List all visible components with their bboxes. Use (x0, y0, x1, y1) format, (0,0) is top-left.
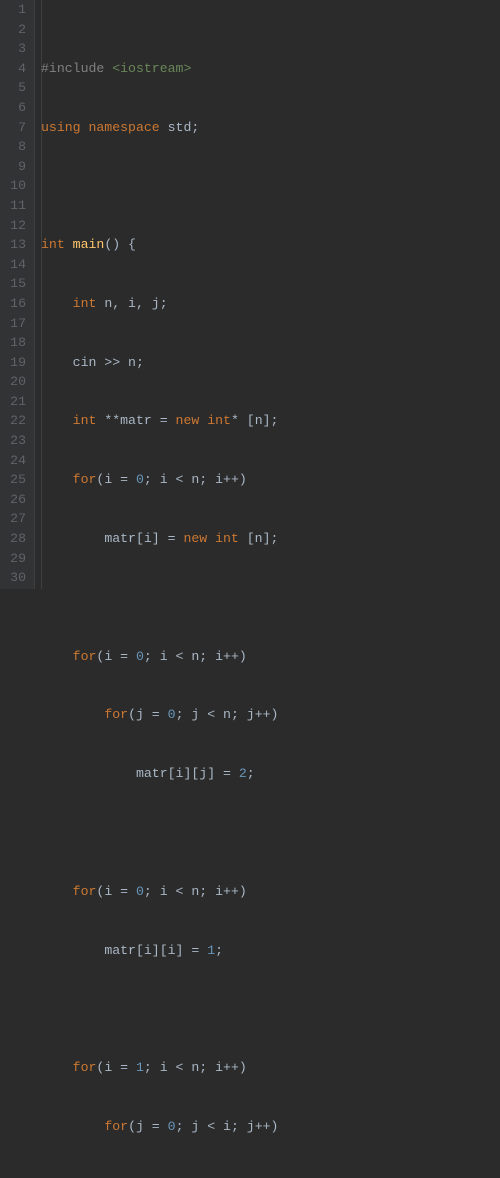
code-line[interactable]: using namespace std; (41, 118, 500, 138)
code-line[interactable] (41, 176, 500, 196)
line-number: 26 (4, 490, 26, 510)
line-number: 4 (4, 59, 26, 79)
line-number: 9 (4, 157, 26, 177)
code-line[interactable]: for(j = 0; j < n; j++) (41, 705, 500, 725)
code-line[interactable]: for(j = 0; j < i; j++) (41, 1117, 500, 1137)
code-line[interactable]: matr[i][j] = 0; (41, 1176, 500, 1178)
code-line[interactable]: matr[i][j] = 2; (41, 764, 500, 784)
line-number: 7 (4, 118, 26, 138)
code-line[interactable] (41, 588, 500, 608)
line-number: 14 (4, 255, 26, 275)
line-number: 8 (4, 137, 26, 157)
code-line[interactable] (41, 823, 500, 843)
code-line[interactable]: #include <iostream> (41, 59, 500, 79)
code-line[interactable] (41, 999, 500, 1019)
line-number: 10 (4, 176, 26, 196)
line-number: 5 (4, 78, 26, 98)
line-number: 21 (4, 392, 26, 412)
line-number: 29 (4, 549, 26, 569)
code-line[interactable]: cin >> n; (41, 353, 500, 373)
code-line[interactable]: int **matr = new int* [n]; (41, 411, 500, 431)
line-number: 25 (4, 470, 26, 490)
line-number: 28 (4, 529, 26, 549)
line-number: 17 (4, 314, 26, 334)
line-number: 30 (4, 568, 26, 588)
line-number: 27 (4, 509, 26, 529)
code-line[interactable]: matr[i][i] = 1; (41, 941, 500, 961)
code-line[interactable]: int n, i, j; (41, 294, 500, 314)
code-line[interactable]: matr[i] = new int [n]; (41, 529, 500, 549)
line-number: 19 (4, 353, 26, 373)
code-line[interactable]: for(i = 0; i < n; i++) (41, 882, 500, 902)
line-number: 23 (4, 431, 26, 451)
line-number: 2 (4, 20, 26, 40)
line-number-gutter: 1 2 3 4 5 6 7 8 9 10 11 12 13 14 15 16 1… (0, 0, 35, 589)
line-number: 24 (4, 451, 26, 471)
line-number: 18 (4, 333, 26, 353)
code-line[interactable]: for(i = 0; i < n; i++) (41, 647, 500, 667)
line-number: 22 (4, 411, 26, 431)
code-line[interactable]: for(i = 1; i < n; i++) (41, 1058, 500, 1078)
line-number: 11 (4, 196, 26, 216)
code-line[interactable]: for(i = 0; i < n; i++) (41, 470, 500, 490)
code-line[interactable]: int main() { (41, 235, 500, 255)
line-number: 15 (4, 274, 26, 294)
line-number: 16 (4, 294, 26, 314)
line-number: 3 (4, 39, 26, 59)
line-number: 12 (4, 216, 26, 236)
line-number: 20 (4, 372, 26, 392)
line-number: 1 (4, 0, 26, 20)
line-number: 13 (4, 235, 26, 255)
line-number: 6 (4, 98, 26, 118)
code-editor[interactable]: #include <iostream> using namespace std;… (35, 0, 500, 589)
